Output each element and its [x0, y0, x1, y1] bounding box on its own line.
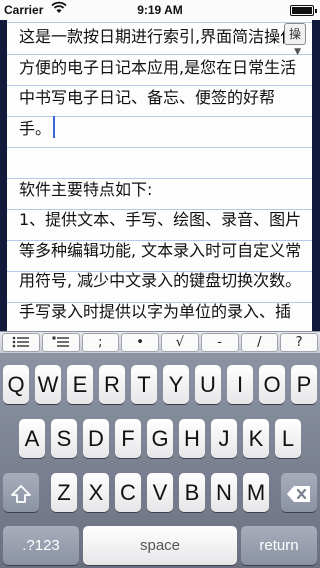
key-z[interactable]: Z [51, 473, 77, 512]
numbers-key[interactable]: .?123 [3, 526, 79, 565]
checkmark-key[interactable]: √ [161, 333, 199, 352]
key-y[interactable]: Y [163, 365, 189, 404]
key-i[interactable]: I [227, 365, 253, 404]
key-m[interactable]: M [243, 473, 269, 512]
key-s[interactable]: S [51, 419, 77, 458]
return-key[interactable]: return [241, 526, 317, 565]
key-e[interactable]: E [67, 365, 93, 404]
key-g[interactable]: G [147, 419, 173, 458]
editor-frame: 这是一款按日期进行索引,界面简洁操作方便的电子日记本应用,是您在日常生活中书写电… [0, 20, 320, 331]
question-key[interactable]: ? [280, 333, 318, 352]
symbol-toolbar: ; • √ - / ? [0, 331, 320, 353]
clock: 9:19 AM [137, 3, 183, 17]
bullet-list-key[interactable] [2, 333, 40, 352]
key-h[interactable]: H [179, 419, 205, 458]
key-p[interactable]: P [291, 365, 317, 404]
key-q[interactable]: Q [3, 365, 29, 404]
bullet-key[interactable]: • [121, 333, 159, 352]
keyboard: Q W E R T Y U I O P A S D F G H J K L Z … [0, 353, 320, 568]
key-x[interactable]: X [83, 473, 109, 512]
key-r[interactable]: R [99, 365, 125, 404]
key-v[interactable]: V [147, 473, 173, 512]
shift-key[interactable] [3, 473, 39, 512]
dash-key[interactable]: - [200, 333, 239, 352]
shift-icon [11, 485, 31, 504]
note-paragraph-1: 这是一款按日期进行索引,界面简洁操作方便的电子日记本应用,是您在日常生活中书写电… [19, 27, 302, 321]
key-n[interactable]: N [211, 473, 237, 512]
slash-key[interactable]: / [240, 333, 279, 352]
key-o[interactable]: O [259, 365, 285, 404]
note-editor[interactable]: 这是一款按日期进行索引,界面简洁操作方便的电子日记本应用,是您在日常生活中书写电… [7, 20, 312, 331]
key-c[interactable]: C [115, 473, 141, 512]
delete-icon [287, 486, 310, 503]
key-k[interactable]: K [243, 419, 269, 458]
delete-key[interactable] [281, 473, 317, 512]
status-bar: Carrier 9:19 AM [0, 0, 320, 20]
corner-arrow-icon: ▼ [294, 47, 301, 57]
key-j[interactable]: J [211, 419, 237, 458]
corner-button[interactable]: 操 [284, 23, 306, 45]
numbered-list-icon [52, 336, 69, 347]
key-u[interactable]: U [195, 365, 221, 404]
key-b[interactable]: B [179, 473, 205, 512]
semicolon-key[interactable]: ; [81, 333, 120, 352]
space-key[interactable]: space [83, 526, 237, 565]
key-t[interactable]: T [131, 365, 157, 404]
key-l[interactable]: L [275, 419, 301, 458]
key-a[interactable]: A [19, 419, 45, 458]
key-w[interactable]: W [35, 365, 61, 404]
key-f[interactable]: F [115, 419, 141, 458]
text-cursor [53, 115, 56, 138]
battery-icon [290, 5, 317, 16]
numbered-list-key[interactable] [41, 333, 80, 352]
bullet-list-icon [12, 336, 29, 348]
note-text[interactable]: 这是一款按日期进行索引,界面简洁操作方便的电子日记本应用,是您在日常生活中书写电… [19, 22, 304, 331]
key-d[interactable]: D [83, 419, 109, 458]
